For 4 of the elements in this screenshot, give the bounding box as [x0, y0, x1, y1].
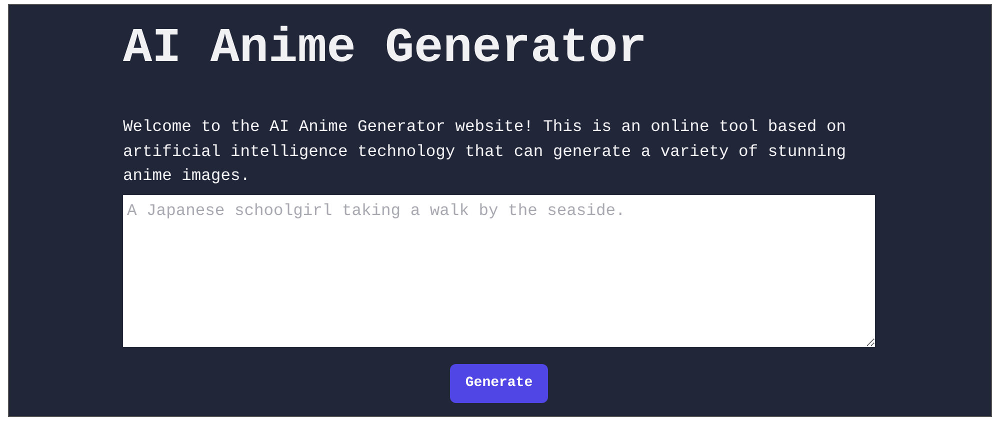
generate-button[interactable]: Generate — [450, 364, 548, 402]
page-title: AI Anime Generator — [123, 20, 648, 77]
intro-paragraph: Welcome to the AI Anime Generator website! This is an online tool based on artificial intelligence technology that can generate a variety of stunning anime images. — [123, 116, 848, 187]
prompt-field[interactable]: A Japanese schoolgirl taking a walk by the seaside. — [123, 194, 875, 346]
